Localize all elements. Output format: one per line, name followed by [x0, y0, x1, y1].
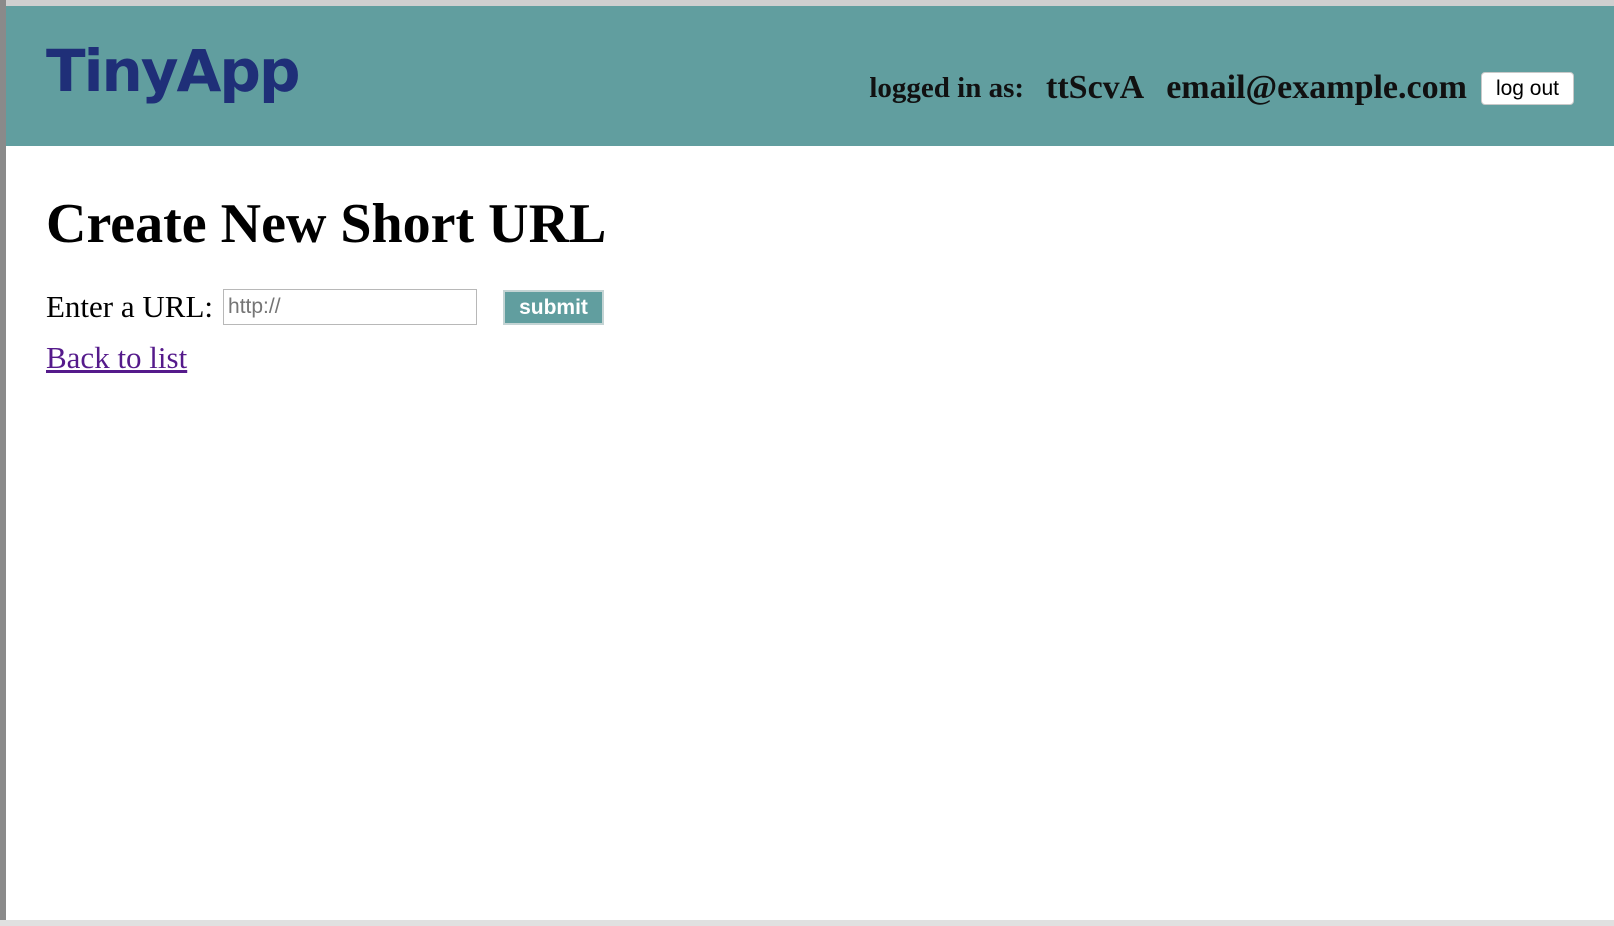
user-info: logged in as: ttScvA email@example.com l…: [869, 68, 1574, 108]
logout-button[interactable]: log out: [1480, 71, 1574, 105]
user-id: ttScvA: [1046, 69, 1145, 106]
app-logo[interactable]: TinyApp: [46, 42, 300, 100]
user-email: email@example.com: [1166, 69, 1467, 106]
url-input[interactable]: [223, 289, 478, 325]
app-header: TinyApp logged in as: ttScvA email@examp…: [6, 6, 1614, 146]
browser-viewport: TinyApp logged in as: ttScvA email@examp…: [6, 6, 1614, 920]
page-title: Create New Short URL: [46, 193, 607, 255]
window-bottom-edge: [0, 920, 1614, 926]
submit-button[interactable]: submit: [503, 289, 605, 325]
back-to-list-link[interactable]: Back to list: [46, 340, 187, 376]
url-label: Enter a URL:: [46, 289, 214, 324]
logged-in-label: logged in as:: [869, 71, 1025, 104]
new-url-form: Enter a URL: submit: [46, 288, 606, 326]
main-content: Create New Short URL Enter a URL: submit…: [46, 196, 606, 376]
